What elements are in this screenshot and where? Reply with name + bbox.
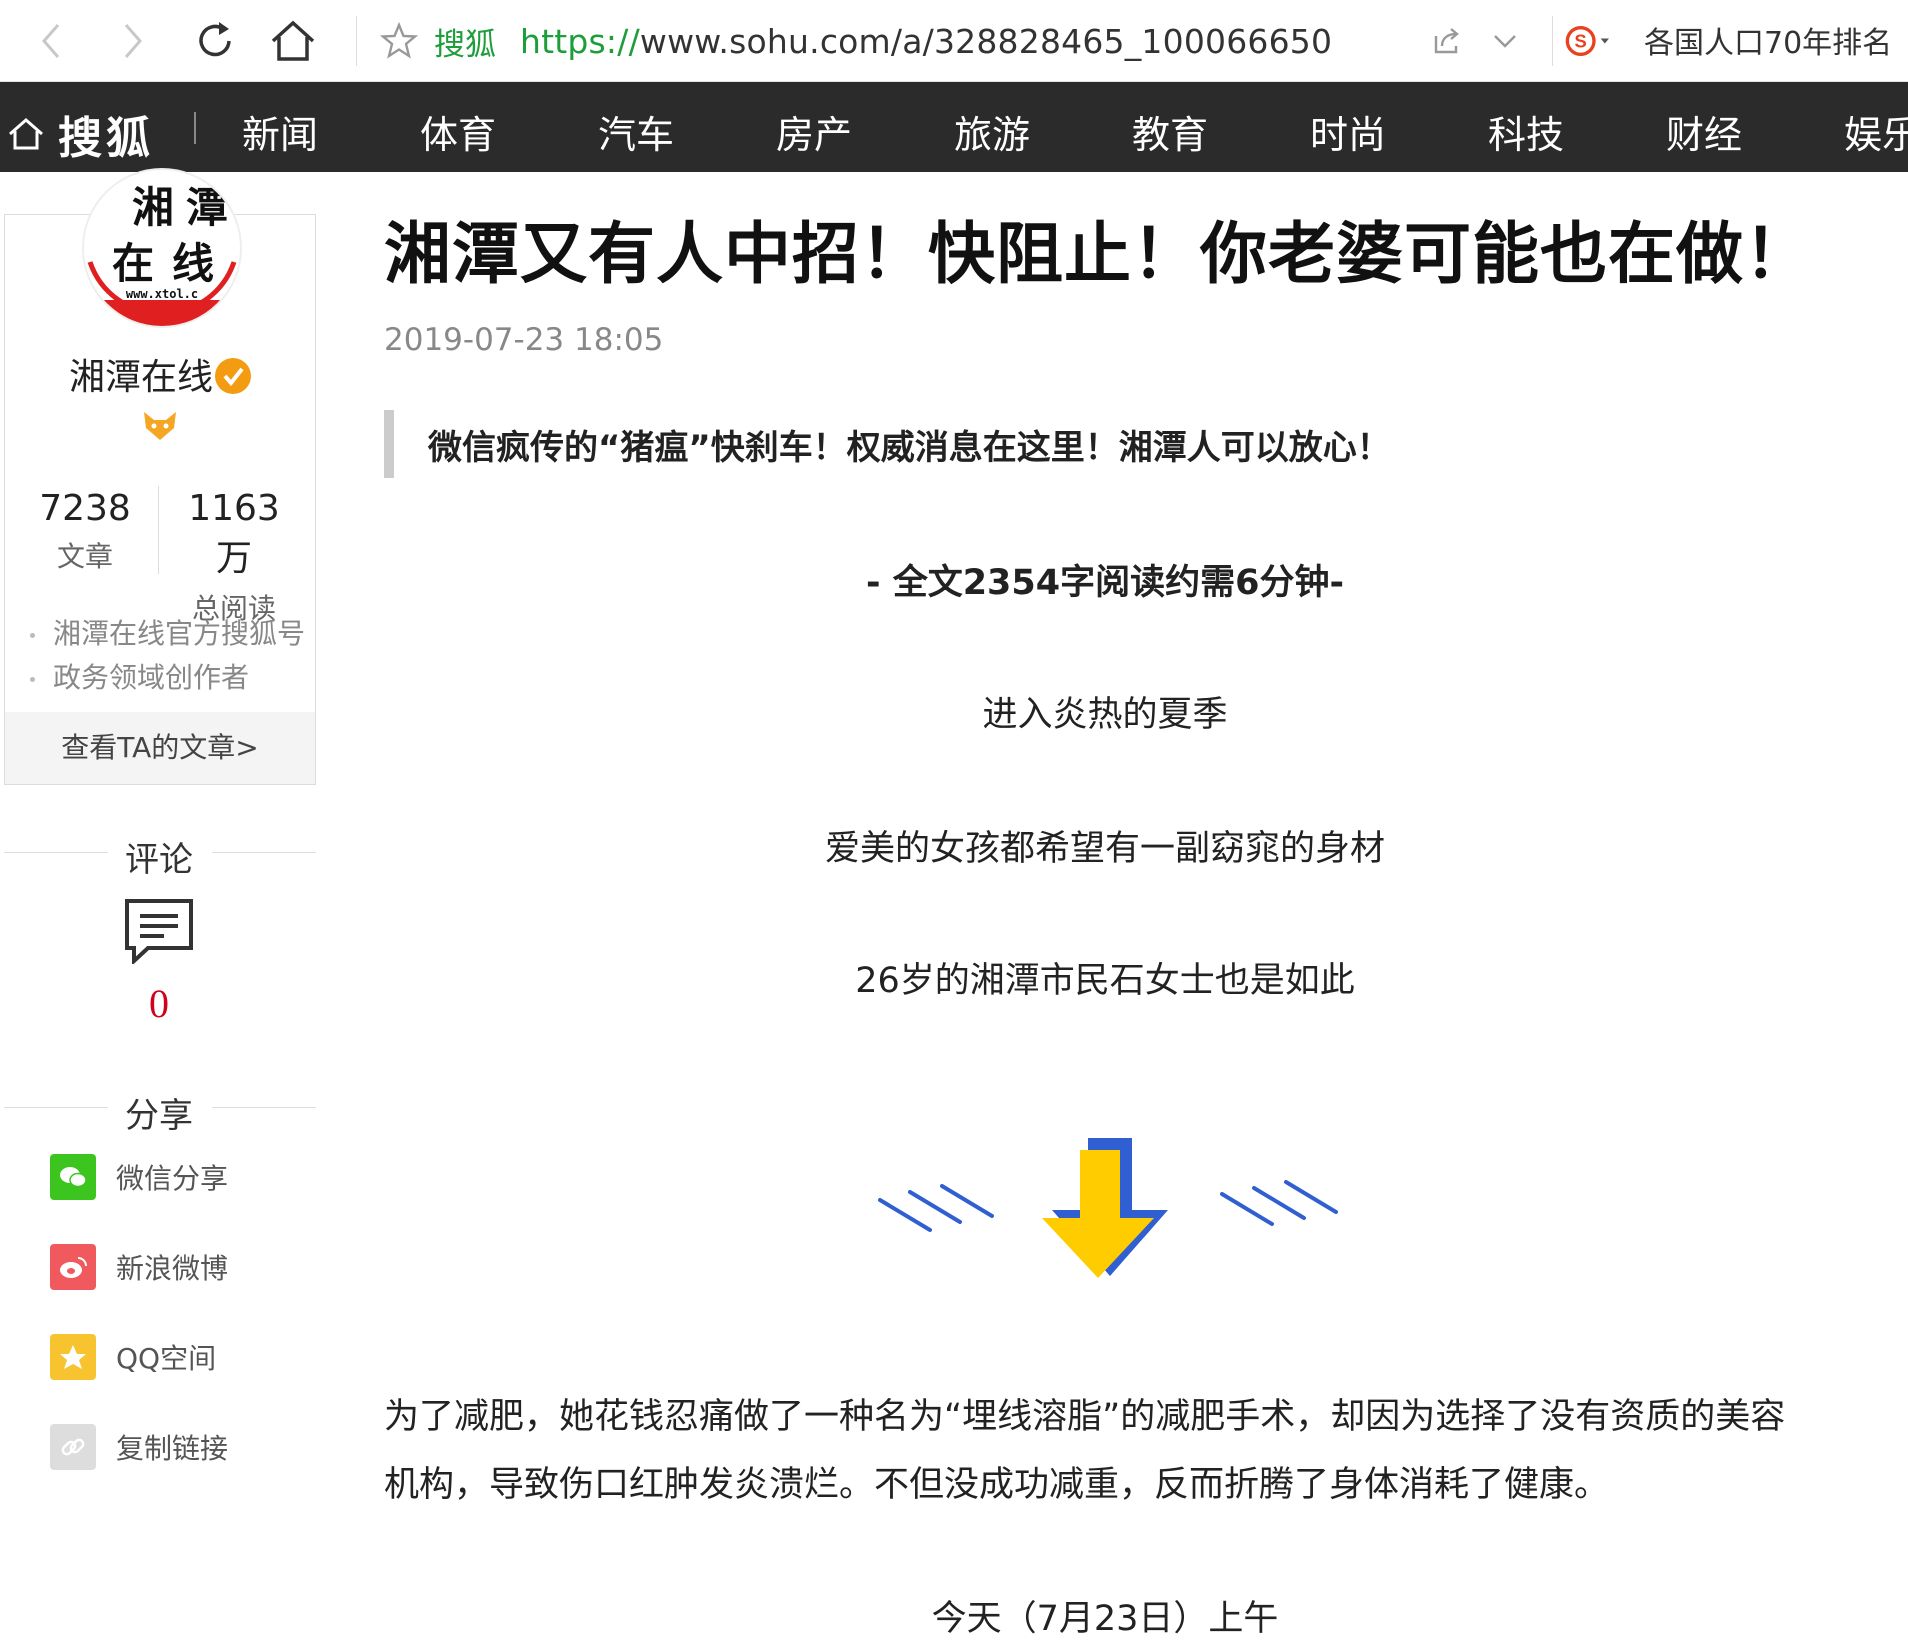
- share-copy-link[interactable]: 复制链接: [50, 1424, 228, 1470]
- comments-title: 评论: [125, 840, 193, 880]
- site-name: 搜狐: [434, 26, 496, 63]
- nav-fashion[interactable]: 时尚: [1310, 104, 1386, 159]
- search-suggestion[interactable]: 各国人口70年排名: [1644, 18, 1892, 62]
- author-tag-1: 湘潭在线官方搜狐号: [30, 612, 305, 652]
- author-tag-text: 政务领域创作者: [53, 661, 250, 694]
- bullet-icon: [30, 632, 35, 638]
- articles-label: 文章: [56, 540, 113, 573]
- article-line-2: 爱美的女孩都希望有一副窈窕的身材: [824, 829, 1385, 869]
- avatar-url-text: www.xtol.c: [126, 287, 198, 301]
- comment-count[interactable]: 0: [0, 980, 318, 1027]
- author-name[interactable]: 湘潭在线: [69, 357, 213, 398]
- avatar-char-4: 线: [172, 239, 214, 288]
- stat-reads: 1163万 总阅读: [172, 488, 296, 627]
- nav-finance[interactable]: 财经: [1666, 104, 1742, 159]
- share-page-button[interactable]: [1422, 16, 1472, 66]
- nav-tech[interactable]: 科技: [1488, 104, 1564, 159]
- nav-travel[interactable]: 旅游: [954, 104, 1030, 159]
- down-arrow-image: [870, 1130, 1350, 1294]
- nav-auto[interactable]: 汽车: [598, 104, 674, 159]
- chevron-down-icon: [1494, 35, 1516, 48]
- share-qzone[interactable]: QQ空间: [50, 1334, 216, 1380]
- address-bar[interactable]: 搜狐 https://www.sohu.com/a/328828465_1000…: [380, 14, 1332, 68]
- url-path: www.sohu.com/a/328828465_100066650: [639, 21, 1333, 61]
- nav-news[interactable]: 新闻: [242, 104, 318, 159]
- article-time: 2019-07-23 18:05: [384, 322, 664, 358]
- article-line-1: 进入炎热的夏季: [982, 695, 1228, 735]
- qzone-star-icon: [50, 1334, 96, 1380]
- reads-count: 1163万: [188, 488, 280, 579]
- view-articles-link[interactable]: 查看TA的文章>: [5, 712, 315, 784]
- logo-text: 搜狐: [58, 113, 154, 164]
- home-icon: [271, 20, 315, 61]
- author-tag-text: 湘潭在线官方搜狐号: [53, 617, 306, 650]
- weibo-icon: [50, 1244, 96, 1290]
- chevron-right-icon: [124, 24, 142, 58]
- share-label: 新浪微博: [116, 1252, 229, 1285]
- home-outline-icon: [9, 118, 43, 150]
- url-protocol: https://: [520, 21, 640, 61]
- toolbar-divider: [356, 16, 357, 66]
- avatar[interactable]: 湘 潭 在 线 www.xtol.c: [82, 168, 242, 328]
- home-button[interactable]: [268, 16, 318, 66]
- wechat-icon: [50, 1154, 96, 1200]
- sogou-logo-icon: S: [1565, 26, 1609, 56]
- share-label: 微信分享: [116, 1162, 229, 1195]
- article-title: 湘潭又有人中招！快阻止！你老婆可能也在做！: [384, 215, 1812, 293]
- verified-badge-icon: [215, 358, 251, 394]
- word-count: - 全文2354字阅读约需6分钟-: [865, 563, 1344, 603]
- article-next-line: 今天（7月23日）上午: [931, 1599, 1279, 1639]
- link-icon: [50, 1424, 96, 1470]
- back-button[interactable]: [26, 16, 76, 66]
- stat-articles: 7238 文章: [30, 488, 140, 575]
- nav-sports[interactable]: 体育: [420, 104, 496, 159]
- article-line-3: 26岁的湘潭市民石女士也是如此: [855, 961, 1355, 1001]
- star-icon[interactable]: [380, 22, 418, 60]
- svg-text:S: S: [1575, 31, 1587, 52]
- paragraph-line-1: 为了减肥，她花钱忍痛做了一种名为“埋线溶脂”的减肥手术，却因为选择了没有资质的美…: [384, 1397, 1786, 1437]
- share-label: QQ空间: [116, 1342, 217, 1375]
- bullet-icon: [30, 676, 35, 682]
- share-title: 分享: [125, 1096, 193, 1136]
- share-wechat[interactable]: 微信分享: [50, 1154, 228, 1200]
- paragraph-line-2: 机构，导致伤口红肿发炎溃烂。不但没成功减重，反而折腾了身体消耗了健康。: [384, 1465, 1610, 1505]
- stat-divider: [158, 486, 159, 574]
- avatar-char-1: 湘: [132, 183, 174, 232]
- lead-quote-text: 微信疯传的“猪瘟”快刹车！权威消息在这里！湘潭人可以放心！: [428, 428, 1391, 468]
- dropdown-button[interactable]: [1480, 16, 1530, 66]
- avatar-char-3: 在: [112, 239, 154, 288]
- search-engine-button[interactable]: S: [1564, 16, 1614, 66]
- forward-button[interactable]: [108, 16, 158, 66]
- browser-toolbar: 搜狐 https://www.sohu.com/a/328828465_1000…: [0, 0, 1908, 82]
- reload-icon: [199, 22, 231, 57]
- url-text[interactable]: https://www.sohu.com/a/328828465_1000666…: [520, 22, 1332, 61]
- comment-icon[interactable]: [124, 898, 194, 968]
- site-navigation: 搜狐 新闻 体育 汽车 房产 旅游 教育 时尚 科技 财经 娱乐: [0, 82, 1908, 172]
- nav-education[interactable]: 教育: [1132, 104, 1208, 159]
- chevron-left-icon: [42, 24, 60, 58]
- sohu-logo[interactable]: 搜狐: [8, 102, 154, 166]
- articles-count: 7238: [39, 488, 131, 529]
- lead-quote: 微信疯传的“猪瘟”快刹车！权威消息在这里！湘潭人可以放心！: [384, 410, 1484, 478]
- avatar-logo-image: 湘 潭 在 线 www.xtol.c: [86, 172, 238, 326]
- author-tag-2: 政务领域创作者: [30, 656, 249, 696]
- nav-divider: [194, 112, 196, 144]
- share-label: 复制链接: [116, 1432, 229, 1465]
- avatar-char-2: 潭: [186, 183, 228, 232]
- author-name-row[interactable]: 湘潭在线: [0, 348, 320, 400]
- reload-button[interactable]: [190, 16, 240, 66]
- share-weibo[interactable]: 新浪微博: [50, 1244, 228, 1290]
- toolbar-divider-2: [1552, 16, 1553, 66]
- fox-icon: [142, 410, 178, 446]
- share-icon: [1434, 28, 1459, 54]
- nav-entertainment[interactable]: 娱乐: [1844, 104, 1908, 159]
- nav-realestate[interactable]: 房产: [776, 104, 852, 159]
